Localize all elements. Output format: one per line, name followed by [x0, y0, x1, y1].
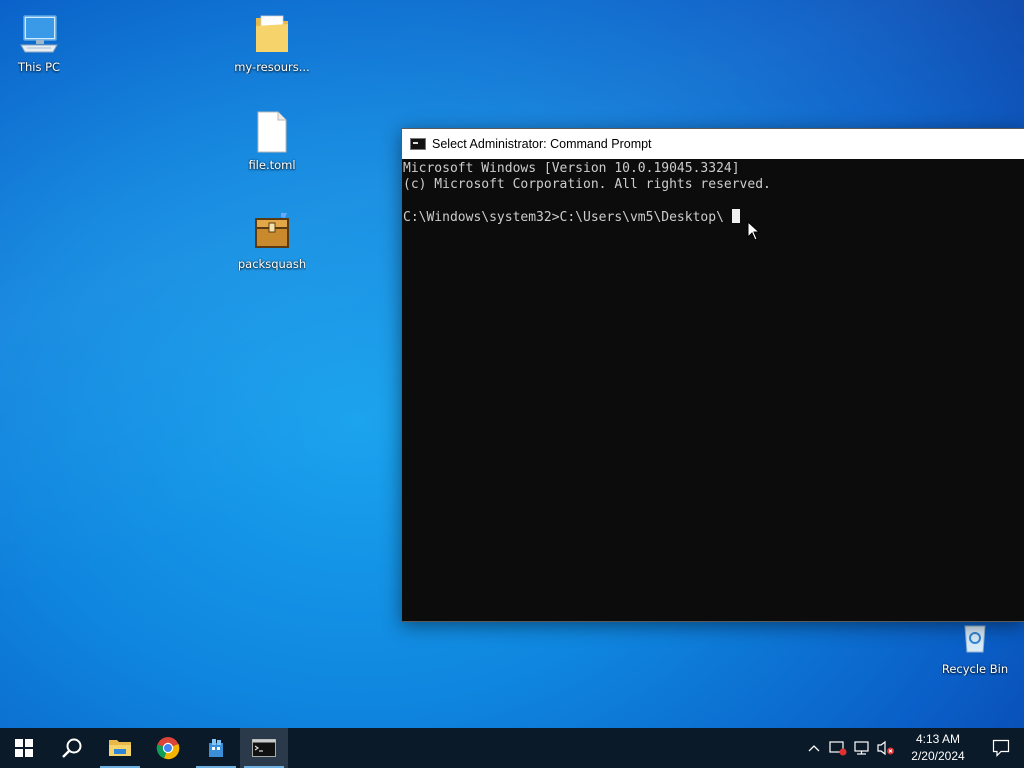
package-box-icon — [248, 207, 296, 255]
desktop-icon-label: packsquash — [237, 257, 307, 271]
taskbar-file-explorer[interactable] — [96, 728, 144, 768]
computer-icon — [15, 10, 63, 58]
taskbar: 4:13 AM 2/20/2024 — [0, 728, 1024, 768]
window-titlebar[interactable]: Select Administrator: Command Prompt — [402, 129, 1024, 159]
search-button[interactable] — [48, 728, 96, 768]
volume-muted-icon — [877, 740, 894, 756]
action-center-button[interactable] — [978, 728, 1024, 768]
file-explorer-icon — [109, 740, 131, 756]
clock-date: 2/20/2024 — [911, 749, 965, 763]
text-cursor — [731, 209, 740, 223]
file-icon — [248, 108, 296, 156]
console-prompt-line[interactable]: C:\Windows\system32>C:\Users\vm5\Desktop… — [403, 209, 1024, 226]
search-icon — [62, 738, 82, 758]
tray-network[interactable] — [850, 728, 874, 768]
start-button[interactable] — [0, 728, 48, 768]
desktop-icon-file-toml[interactable]: file.toml — [227, 108, 317, 172]
window-title: Select Administrator: Command Prompt — [432, 137, 652, 151]
console-prompt-text: C:\Windows\system32>C:\Users\vm5\Desktop… — [403, 210, 724, 225]
taskbar-chrome[interactable] — [144, 728, 192, 768]
desktop-icon-label: Recycle Bin — [941, 662, 1009, 676]
taskbar-app[interactable] — [192, 728, 240, 768]
network-icon — [854, 741, 869, 755]
chevron-up-icon — [808, 745, 820, 752]
security-icon — [829, 741, 847, 756]
desktop-icon-my-resources[interactable]: my-resours... — [227, 10, 317, 74]
chrome-icon — [156, 737, 180, 760]
console-line: (c) Microsoft Corporation. All rights re… — [403, 177, 771, 192]
console-output[interactable]: Microsoft Windows [Version 10.0.19045.33… — [402, 159, 1024, 226]
taskbar-clock[interactable]: 4:13 AM 2/20/2024 — [898, 731, 978, 765]
app-icon — [209, 739, 223, 757]
tray-security[interactable] — [826, 728, 850, 768]
command-prompt-icon — [410, 138, 426, 150]
show-hidden-icons-button[interactable] — [802, 728, 826, 768]
desktop-icon-label: my-resours... — [234, 60, 310, 74]
taskbar-command-prompt[interactable] — [240, 728, 288, 768]
folder-icon — [248, 10, 296, 58]
system-tray: 4:13 AM 2/20/2024 — [802, 728, 1024, 768]
desktop-icon-packsquash[interactable]: packsquash — [227, 207, 317, 271]
command-prompt-icon — [252, 739, 276, 757]
notification-icon — [992, 739, 1010, 757]
tray-volume[interactable] — [874, 728, 898, 768]
desktop-icon-this-pc[interactable]: This PC — [0, 10, 84, 74]
desktop-icon-label: This PC — [17, 60, 61, 74]
mouse-pointer-icon — [747, 221, 761, 241]
desktop-icon-label: file.toml — [248, 158, 296, 172]
console-line: Microsoft Windows [Version 10.0.19045.33… — [403, 161, 740, 176]
clock-time: 4:13 AM — [915, 732, 961, 746]
command-prompt-window[interactable]: Select Administrator: Command Prompt Mic… — [401, 128, 1024, 622]
windows-start-icon — [15, 739, 33, 757]
